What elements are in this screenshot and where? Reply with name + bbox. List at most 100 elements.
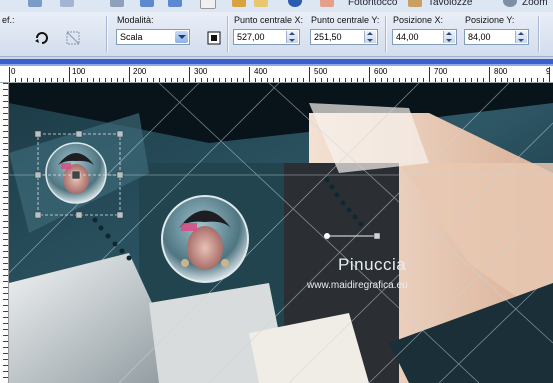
ruler-label: 800: [494, 67, 508, 76]
ruler-tick: [135, 78, 136, 82]
ruler-tick: [15, 78, 16, 82]
ruler-tick: [243, 78, 244, 82]
chevron-down-icon[interactable]: [175, 31, 188, 43]
ruler-tick: [3, 221, 8, 222]
ruler-tick: [261, 78, 262, 82]
ruler-tick: [363, 78, 364, 82]
ruler-tick: [231, 78, 232, 82]
ruler-tick: [3, 317, 8, 318]
ruler-tick: [3, 89, 8, 90]
ruler-tick: [525, 78, 526, 82]
toolbar-icon[interactable]: [60, 0, 74, 7]
ruler-tick: [3, 149, 8, 150]
document-icon[interactable]: [200, 0, 216, 9]
retouch-icon[interactable]: [320, 0, 334, 7]
toolbar-icon[interactable]: [232, 0, 246, 7]
ruler-tick: [177, 78, 178, 82]
ruler-tick: [183, 78, 184, 82]
redo-icon[interactable]: [168, 0, 182, 7]
menu-item-tavolozze[interactable]: Tavolozze: [428, 0, 472, 8]
artwork: [9, 83, 553, 383]
center-icon[interactable]: [205, 29, 223, 47]
ruler-tick: [69, 67, 70, 82]
ruler-tick: [297, 78, 298, 82]
zoom-icon[interactable]: [503, 0, 517, 7]
ruler-label: 500: [314, 67, 328, 76]
ruler-tick: [3, 251, 8, 252]
separator: [227, 16, 229, 52]
ruler-tick: [291, 78, 292, 82]
palette-icon[interactable]: [408, 0, 422, 7]
ruler-tick: [435, 78, 436, 82]
center-x-field[interactable]: 527,00: [233, 29, 300, 45]
center-y-label: Punto centrale Y:: [311, 15, 380, 25]
menu-item-zoom[interactable]: Zoom: [522, 0, 548, 8]
ruler-tick: [3, 377, 8, 378]
center-x-value: 527,00: [237, 32, 265, 42]
ruler-tick: [45, 78, 46, 82]
menu-item-fotoritocco[interactable]: Fotoritocco: [348, 0, 397, 8]
center-x-label: Punto centrale X:: [234, 15, 304, 25]
toolbar-icon[interactable]: [254, 0, 268, 7]
ruler-tick: [153, 78, 154, 82]
ruler-tick: [9, 67, 10, 82]
horizontal-ruler[interactable]: 0 100 200 300 400 500 600 700 800 9: [0, 66, 553, 83]
rotate-icon[interactable]: [33, 29, 51, 47]
ruler-tick: [93, 78, 94, 82]
pos-x-field[interactable]: 44,00: [392, 29, 457, 45]
ruler-tick: [129, 67, 130, 82]
ruler-tick: [3, 95, 8, 96]
undo-icon[interactable]: [140, 0, 154, 7]
ruler-tick: [3, 293, 8, 294]
image-canvas[interactable]: Pinuccia www.maidiregrafica.eu: [9, 83, 553, 383]
watermark-url: www.maidiregrafica.eu: [307, 280, 408, 291]
ruler-tick: [309, 67, 310, 82]
ruler-tick: [3, 239, 8, 240]
ruler-tick: [495, 78, 496, 82]
ruler-tick: [117, 78, 118, 82]
toolbar-edge-label: ef.:: [2, 15, 15, 25]
deform-icon[interactable]: [64, 29, 82, 47]
ruler-tick: [63, 78, 64, 82]
center-y-field[interactable]: 251,50: [310, 29, 378, 45]
mode-select-value: Scala: [120, 32, 143, 42]
ruler-tick: [3, 329, 8, 330]
ruler-tick: [3, 245, 8, 246]
pos-y-field[interactable]: 84,00: [464, 29, 529, 45]
spin-icon[interactable]: [364, 31, 376, 43]
ruler-tick: [3, 287, 8, 288]
ruler-tick: [339, 78, 340, 82]
ruler-tick: [3, 191, 8, 192]
ruler-tick: [99, 78, 100, 82]
toolbar-icon[interactable]: [28, 0, 42, 7]
vertical-ruler[interactable]: [0, 83, 9, 383]
spin-icon[interactable]: [443, 31, 455, 43]
ruler-tick: [3, 353, 8, 354]
ruler-tick: [165, 78, 166, 82]
ruler-tick: [3, 203, 8, 204]
ruler-tick: [3, 167, 8, 168]
ruler-tick: [75, 78, 76, 82]
ruler-tick: [81, 78, 82, 82]
spin-icon[interactable]: [286, 31, 298, 43]
ruler-tick: [51, 78, 52, 82]
mode-select[interactable]: Scala: [116, 29, 190, 45]
ruler-tick: [405, 78, 406, 82]
ruler-tick: [441, 78, 442, 82]
ruler-tick: [3, 155, 8, 156]
ruler-tick: [453, 78, 454, 82]
ruler-tick: [3, 173, 8, 174]
mode-label: Modalità:: [117, 15, 154, 25]
ruler-tick: [123, 78, 124, 82]
toolbar-icon[interactable]: [110, 0, 124, 7]
ruler-tick: [201, 78, 202, 82]
ruler-tick: [249, 67, 250, 82]
spin-icon[interactable]: [515, 31, 527, 43]
ruler-tick: [357, 78, 358, 82]
info-icon[interactable]: [288, 0, 302, 7]
separator: [106, 16, 108, 52]
ruler-tick: [207, 78, 208, 82]
ruler-tick: [3, 185, 8, 186]
ruler-tick: [3, 107, 8, 108]
ruler-tick: [57, 78, 58, 82]
